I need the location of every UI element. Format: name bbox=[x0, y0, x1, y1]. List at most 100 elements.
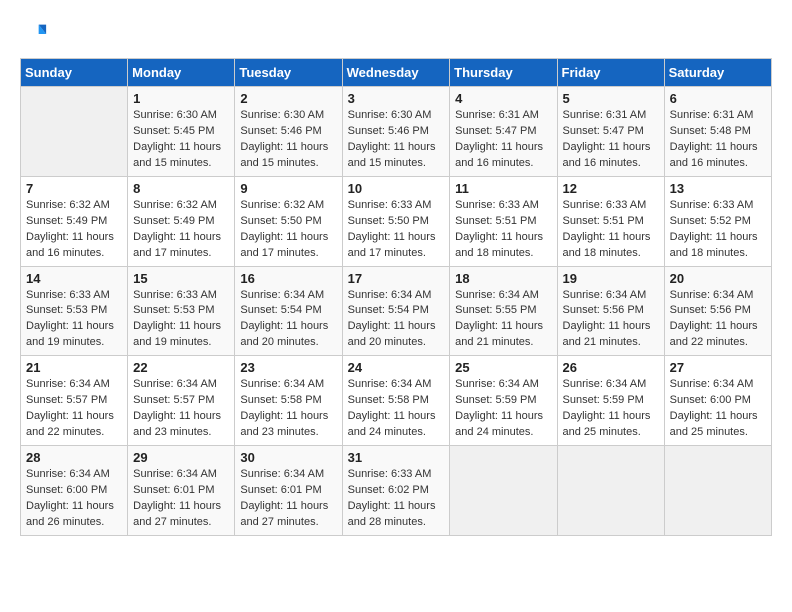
day-info: Sunrise: 6:33 AMSunset: 5:52 PMDaylight:… bbox=[670, 198, 766, 262]
day-cell: 10 Sunrise: 6:33 AMSunset: 5:50 PMDayligh… bbox=[342, 176, 450, 266]
day-info: Sunrise: 6:34 AMSunset: 5:55 PMDaylight:… bbox=[455, 288, 551, 352]
day-cell: 19Sunrise: 6:34 AMSunset: 5:56 PMDayligh… bbox=[557, 266, 664, 356]
day-info: Sunrise: 6:34 AMSunset: 5:57 PMDaylight:… bbox=[26, 377, 122, 441]
day-cell bbox=[557, 446, 664, 536]
day-number: 25 bbox=[455, 360, 551, 375]
day-cell bbox=[664, 446, 771, 536]
day-info: Sunrise: 6:34 AMSunset: 6:01 PMDaylight:… bbox=[240, 467, 336, 531]
day-number: 21 bbox=[26, 360, 122, 375]
day-cell: 17 Sunrise: 6:34 AMSunset: 5:54 PMDayligh… bbox=[342, 266, 450, 356]
day-info: Sunrise: 6:31 AMSunset: 5:47 PMDaylight:… bbox=[563, 108, 659, 172]
day-number: 7 bbox=[26, 181, 122, 196]
day-number: 18 bbox=[455, 271, 551, 286]
day-info: Sunrise: 6:30 AMSunset: 5:45 PMDaylight:… bbox=[133, 108, 229, 172]
day-cell: 18 Sunrise: 6:34 AMSunset: 5:55 PMDayligh… bbox=[450, 266, 557, 356]
day-number: 27 bbox=[670, 360, 766, 375]
day-cell bbox=[450, 446, 557, 536]
column-header-sunday: Sunday bbox=[21, 59, 128, 87]
day-cell: 28Sunrise: 6:34 AMSunset: 6:00 PMDayligh… bbox=[21, 446, 128, 536]
day-number: 22 bbox=[133, 360, 229, 375]
day-number: 3 bbox=[348, 91, 445, 106]
day-cell: 6 Sunrise: 6:31 AMSunset: 5:48 PMDaylight… bbox=[664, 87, 771, 177]
day-number: 30 bbox=[240, 450, 336, 465]
day-info: Sunrise: 6:30 AMSunset: 5:46 PMDaylight:… bbox=[348, 108, 445, 172]
day-number: 11 bbox=[455, 181, 551, 196]
day-cell: 14 Sunrise: 6:33 AMSunset: 5:53 PMDayligh… bbox=[21, 266, 128, 356]
day-number: 17 bbox=[348, 271, 445, 286]
day-cell: 12 Sunrise: 6:33 AMSunset: 5:51 PMDayligh… bbox=[557, 176, 664, 266]
day-info: Sunrise: 6:31 AMSunset: 5:48 PMDaylight:… bbox=[670, 108, 766, 172]
week-row-5: 28Sunrise: 6:34 AMSunset: 6:00 PMDayligh… bbox=[21, 446, 772, 536]
day-cell: 30 Sunrise: 6:34 AMSunset: 6:01 PMDayligh… bbox=[235, 446, 342, 536]
day-cell: 4Sunrise: 6:31 AMSunset: 5:47 PMDaylight… bbox=[450, 87, 557, 177]
day-cell: 5 Sunrise: 6:31 AMSunset: 5:47 PMDaylight… bbox=[557, 87, 664, 177]
day-info: Sunrise: 6:34 AMSunset: 5:58 PMDaylight:… bbox=[348, 377, 445, 441]
day-info: Sunrise: 6:34 AMSunset: 5:56 PMDaylight:… bbox=[670, 288, 766, 352]
logo-icon bbox=[20, 20, 48, 48]
day-cell: 15 Sunrise: 6:33 AMSunset: 5:53 PMDayligh… bbox=[128, 266, 235, 356]
day-info: Sunrise: 6:31 AMSunset: 5:47 PMDaylight:… bbox=[455, 108, 551, 172]
day-number: 2 bbox=[240, 91, 336, 106]
calendar-table: SundayMondayTuesdayWednesdayThursdayFrid… bbox=[20, 58, 772, 536]
day-cell: 9 Sunrise: 6:32 AMSunset: 5:50 PMDaylight… bbox=[235, 176, 342, 266]
day-info: Sunrise: 6:34 AMSunset: 5:54 PMDaylight:… bbox=[348, 288, 445, 352]
day-number: 31 bbox=[348, 450, 445, 465]
day-info: Sunrise: 6:34 AMSunset: 5:59 PMDaylight:… bbox=[455, 377, 551, 441]
column-header-thursday: Thursday bbox=[450, 59, 557, 87]
day-cell bbox=[21, 87, 128, 177]
day-info: Sunrise: 6:34 AMSunset: 6:00 PMDaylight:… bbox=[670, 377, 766, 441]
day-info: Sunrise: 6:33 AMSunset: 5:53 PMDaylight:… bbox=[26, 288, 122, 352]
day-info: Sunrise: 6:32 AMSunset: 5:50 PMDaylight:… bbox=[240, 198, 336, 262]
day-cell: 2 Sunrise: 6:30 AMSunset: 5:46 PMDaylight… bbox=[235, 87, 342, 177]
logo bbox=[20, 20, 52, 48]
day-number: 6 bbox=[670, 91, 766, 106]
day-number: 14 bbox=[26, 271, 122, 286]
header-row: SundayMondayTuesdayWednesdayThursdayFrid… bbox=[21, 59, 772, 87]
day-info: Sunrise: 6:34 AMSunset: 5:57 PMDaylight:… bbox=[133, 377, 229, 441]
day-number: 9 bbox=[240, 181, 336, 196]
day-cell: 22 Sunrise: 6:34 AMSunset: 5:57 PMDayligh… bbox=[128, 356, 235, 446]
day-info: Sunrise: 6:34 AMSunset: 5:59 PMDaylight:… bbox=[563, 377, 659, 441]
day-cell: 3 Sunrise: 6:30 AMSunset: 5:46 PMDaylight… bbox=[342, 87, 450, 177]
week-row-3: 14 Sunrise: 6:33 AMSunset: 5:53 PMDayligh… bbox=[21, 266, 772, 356]
day-number: 23 bbox=[240, 360, 336, 375]
week-row-1: 1 Sunrise: 6:30 AMSunset: 5:45 PMDaylight… bbox=[21, 87, 772, 177]
column-header-tuesday: Tuesday bbox=[235, 59, 342, 87]
day-info: Sunrise: 6:32 AMSunset: 5:49 PMDaylight:… bbox=[133, 198, 229, 262]
day-info: Sunrise: 6:32 AMSunset: 5:49 PMDaylight:… bbox=[26, 198, 122, 262]
week-row-2: 7 Sunrise: 6:32 AMSunset: 5:49 PMDaylight… bbox=[21, 176, 772, 266]
day-number: 1 bbox=[133, 91, 229, 106]
day-number: 16 bbox=[240, 271, 336, 286]
day-info: Sunrise: 6:33 AMSunset: 5:50 PMDaylight:… bbox=[348, 198, 445, 262]
day-cell: 23 Sunrise: 6:34 AMSunset: 5:58 PMDayligh… bbox=[235, 356, 342, 446]
day-number: 10 bbox=[348, 181, 445, 196]
day-cell: 21 Sunrise: 6:34 AMSunset: 5:57 PMDayligh… bbox=[21, 356, 128, 446]
day-info: Sunrise: 6:34 AMSunset: 6:01 PMDaylight:… bbox=[133, 467, 229, 531]
day-info: Sunrise: 6:33 AMSunset: 5:53 PMDaylight:… bbox=[133, 288, 229, 352]
day-cell: 26 Sunrise: 6:34 AMSunset: 5:59 PMDayligh… bbox=[557, 356, 664, 446]
day-cell: 13 Sunrise: 6:33 AMSunset: 5:52 PMDayligh… bbox=[664, 176, 771, 266]
day-info: Sunrise: 6:34 AMSunset: 5:58 PMDaylight:… bbox=[240, 377, 336, 441]
day-cell: 25 Sunrise: 6:34 AMSunset: 5:59 PMDayligh… bbox=[450, 356, 557, 446]
day-number: 8 bbox=[133, 181, 229, 196]
day-info: Sunrise: 6:30 AMSunset: 5:46 PMDaylight:… bbox=[240, 108, 336, 172]
day-cell: 20Sunrise: 6:34 AMSunset: 5:56 PMDayligh… bbox=[664, 266, 771, 356]
day-info: Sunrise: 6:33 AMSunset: 5:51 PMDaylight:… bbox=[563, 198, 659, 262]
day-cell: 24Sunrise: 6:34 AMSunset: 5:58 PMDayligh… bbox=[342, 356, 450, 446]
week-row-4: 21 Sunrise: 6:34 AMSunset: 5:57 PMDayligh… bbox=[21, 356, 772, 446]
column-header-monday: Monday bbox=[128, 59, 235, 87]
day-cell: 8 Sunrise: 6:32 AMSunset: 5:49 PMDaylight… bbox=[128, 176, 235, 266]
day-number: 15 bbox=[133, 271, 229, 286]
day-info: Sunrise: 6:34 AMSunset: 5:54 PMDaylight:… bbox=[240, 288, 336, 352]
day-number: 29 bbox=[133, 450, 229, 465]
day-number: 5 bbox=[563, 91, 659, 106]
day-number: 13 bbox=[670, 181, 766, 196]
day-number: 12 bbox=[563, 181, 659, 196]
day-cell: 1 Sunrise: 6:30 AMSunset: 5:45 PMDaylight… bbox=[128, 87, 235, 177]
day-info: Sunrise: 6:33 AMSunset: 6:02 PMDaylight:… bbox=[348, 467, 445, 531]
day-cell: 7 Sunrise: 6:32 AMSunset: 5:49 PMDaylight… bbox=[21, 176, 128, 266]
day-number: 19 bbox=[563, 271, 659, 286]
day-number: 26 bbox=[563, 360, 659, 375]
day-cell: 31 Sunrise: 6:33 AMSunset: 6:02 PMDayligh… bbox=[342, 446, 450, 536]
day-cell: 29 Sunrise: 6:34 AMSunset: 6:01 PMDayligh… bbox=[128, 446, 235, 536]
